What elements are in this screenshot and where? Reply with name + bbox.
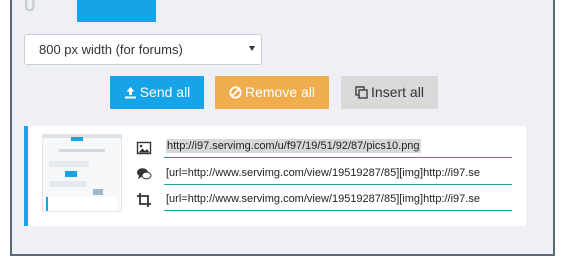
remove-all-label: Remove all <box>244 84 316 100</box>
direct-link-field[interactable]: http://i97.servimg.com/u/f97/19/51/92/87… <box>164 136 512 158</box>
comment-icon <box>137 168 152 180</box>
tab-partial[interactable]: U <box>24 0 42 16</box>
image-thumbnail[interactable] <box>42 134 122 212</box>
upload-item: http://i97.servimg.com/u/f97/19/51/92/87… <box>24 126 526 226</box>
copy-icon <box>355 86 368 99</box>
insert-all-button[interactable]: Insert all <box>341 76 438 109</box>
thumb-code-field[interactable]: [url=http://www.servimg.com/view/1951928… <box>164 189 512 211</box>
forum-code-text: [url=http://www.servimg.com/view/1951928… <box>166 167 480 179</box>
send-all-button[interactable]: Send all <box>110 76 204 109</box>
image-icon <box>136 141 152 155</box>
insert-all-label: Insert all <box>371 84 424 100</box>
tab-active[interactable] <box>77 0 156 22</box>
forum-code-field[interactable]: [url=http://www.servimg.com/view/1951928… <box>164 163 512 185</box>
thumb-code-text: [url=http://www.servimg.com/view/1951928… <box>166 193 480 205</box>
size-select[interactable]: 800 px width (for forums) <box>24 34 262 65</box>
direct-link-text: http://i97.servimg.com/u/f97/19/51/92/87… <box>166 139 421 153</box>
send-all-label: Send all <box>139 84 191 100</box>
ban-icon <box>229 86 242 99</box>
remove-all-button[interactable]: Remove all <box>215 76 329 109</box>
upload-icon <box>124 87 136 99</box>
crop-icon <box>137 193 151 207</box>
chevron-down-icon <box>249 46 255 51</box>
size-select-value: 800 px width (for forums) <box>39 42 183 57</box>
